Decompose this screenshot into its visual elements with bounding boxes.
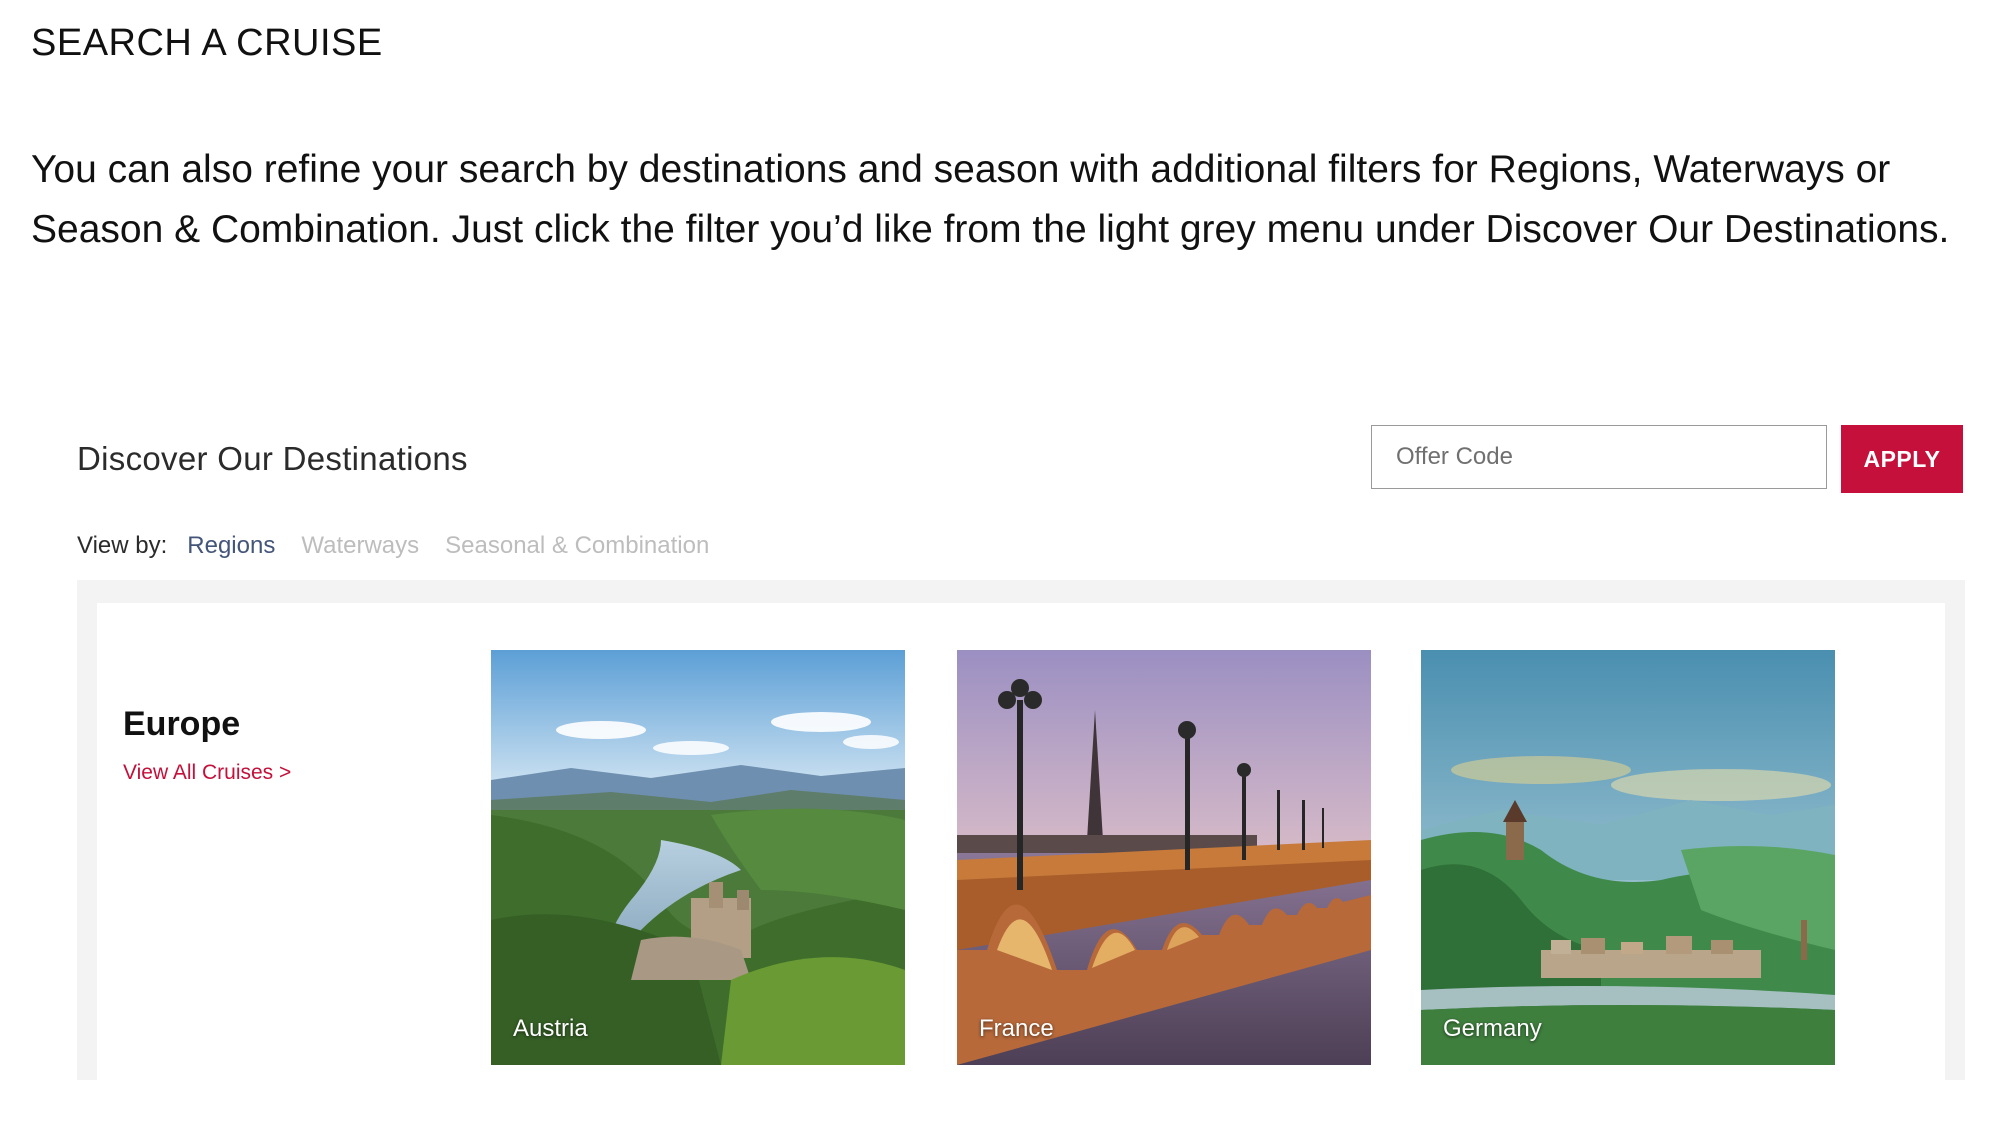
- embedded-screenshot: Discover Our Destinations APPLY View by:…: [77, 420, 1967, 1080]
- card-label-austria: Austria: [513, 1015, 588, 1042]
- document-heading: SEARCH A CRUISE: [31, 22, 383, 64]
- france-bridge-image: [957, 650, 1371, 1065]
- destination-card-france[interactable]: France: [957, 650, 1371, 1065]
- destinations-panel: Europe View All Cruises > Austria France…: [77, 580, 1965, 1080]
- document-page: SEARCH A CRUISE You can also refine your…: [0, 0, 2008, 1130]
- region-card-container: Europe View All Cruises > Austria France…: [97, 603, 1945, 1080]
- austria-landscape-image: [491, 650, 905, 1065]
- card-label-germany: Germany: [1443, 1015, 1542, 1042]
- view-all-cruises-link[interactable]: View All Cruises >: [123, 761, 291, 785]
- filter-waterways[interactable]: Waterways: [301, 532, 419, 560]
- view-by-filters: View by: Regions Waterways Seasonal & Co…: [77, 532, 709, 560]
- document-paragraph: You can also refine your search by desti…: [31, 148, 1950, 251]
- filter-regions[interactable]: Regions: [187, 532, 275, 560]
- destination-card-austria[interactable]: Austria: [491, 650, 905, 1065]
- section-title: Discover Our Destinations: [77, 440, 468, 477]
- filter-seasonal-combination[interactable]: Seasonal & Combination: [445, 532, 709, 560]
- region-name: Europe: [123, 705, 241, 743]
- view-by-label: View by:: [77, 532, 168, 559]
- apply-button[interactable]: APPLY: [1841, 425, 1963, 493]
- offer-code-input[interactable]: [1371, 425, 1827, 489]
- germany-valley-image: [1421, 650, 1835, 1065]
- destination-card-germany[interactable]: Germany: [1421, 650, 1835, 1065]
- card-label-france: France: [979, 1015, 1054, 1042]
